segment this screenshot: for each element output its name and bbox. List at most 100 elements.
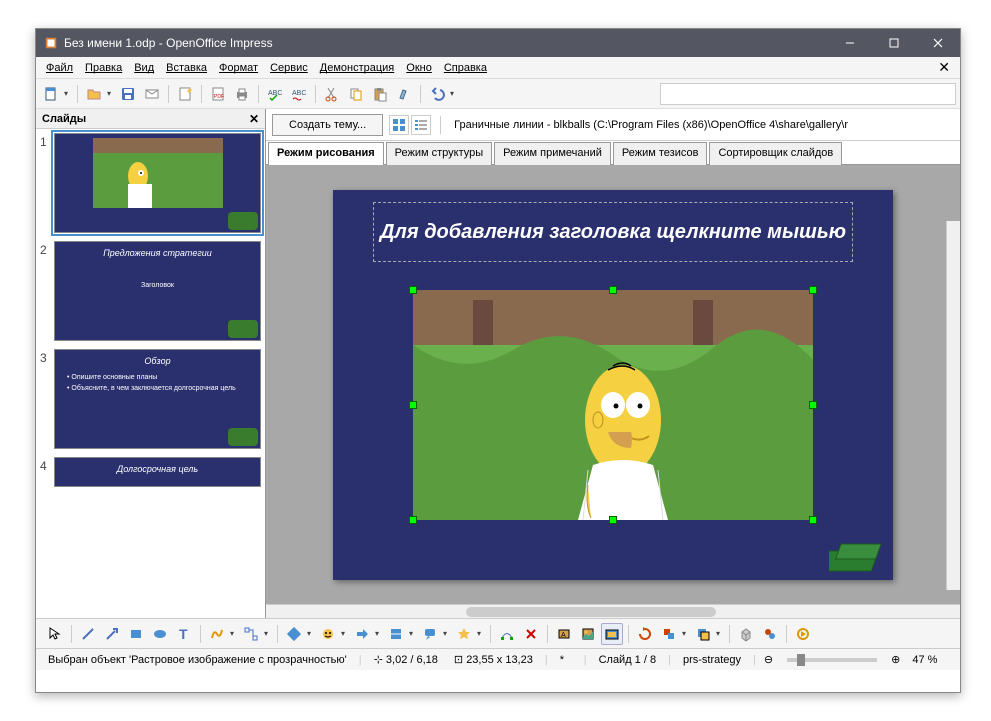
points-tool[interactable] <box>496 623 518 645</box>
dropdown-icon[interactable]: ▾ <box>107 89 115 98</box>
slide-thumb-3[interactable]: 3 Обзор • Опишите основные планы • Объяс… <box>40 349 261 449</box>
tab-thesis[interactable]: Режим тезисов <box>613 142 708 165</box>
menu-file[interactable]: Файл <box>40 60 79 76</box>
resize-handle[interactable] <box>809 286 817 294</box>
star-tool[interactable] <box>453 623 475 645</box>
save-button[interactable] <box>117 83 139 105</box>
resize-handle[interactable] <box>809 401 817 409</box>
menu-window[interactable]: Окно <box>400 60 438 76</box>
gluepoints-tool[interactable] <box>520 623 542 645</box>
symbol-shapes-tool[interactable] <box>317 623 339 645</box>
dropdown-icon[interactable]: ▾ <box>307 629 315 638</box>
slide-thumb-4[interactable]: 4 Долгосрочная цель <box>40 457 261 487</box>
resize-handle[interactable] <box>609 516 617 524</box>
curve-tool[interactable] <box>206 623 228 645</box>
edit-button[interactable] <box>174 83 196 105</box>
format-paintbrush-button[interactable] <box>393 83 415 105</box>
tab-drawing[interactable]: Режим рисования <box>268 142 384 165</box>
menu-service[interactable]: Сервис <box>264 60 314 76</box>
menu-view[interactable]: Вид <box>128 60 160 76</box>
arrange-tool[interactable] <box>692 623 714 645</box>
tab-outline[interactable]: Режим структуры <box>386 142 493 165</box>
slides-panel-title: Слайды <box>42 113 86 125</box>
zoom-slider[interactable] <box>787 658 877 662</box>
autospell-button[interactable]: ABC <box>288 83 310 105</box>
panel-close-icon[interactable]: ✕ <box>249 112 259 126</box>
interaction-tool[interactable] <box>759 623 781 645</box>
align-tool[interactable] <box>658 623 680 645</box>
tab-sorter[interactable]: Сортировщик слайдов <box>709 142 842 165</box>
from-file-tool[interactable] <box>577 623 599 645</box>
copy-button[interactable] <box>345 83 367 105</box>
email-button[interactable] <box>141 83 163 105</box>
rect-tool[interactable] <box>125 623 147 645</box>
dropdown-icon[interactable]: ▾ <box>375 629 383 638</box>
close-button[interactable] <box>916 29 960 57</box>
zoom-out-button[interactable]: ⊖ <box>764 653 773 666</box>
basic-shapes-tool[interactable] <box>283 623 305 645</box>
dropdown-icon[interactable]: ▾ <box>341 629 349 638</box>
text-tool[interactable]: T <box>173 623 195 645</box>
slide-thumb-1[interactable]: 1 <box>40 133 261 233</box>
open-button[interactable] <box>83 83 105 105</box>
new-doc-button[interactable] <box>40 83 62 105</box>
resize-handle[interactable] <box>809 516 817 524</box>
ellipse-tool[interactable] <box>149 623 171 645</box>
dropdown-icon[interactable]: ▾ <box>716 629 724 638</box>
select-tool[interactable] <box>44 623 66 645</box>
resize-handle[interactable] <box>409 286 417 294</box>
horizontal-scrollbar[interactable] <box>266 604 960 618</box>
minimize-button[interactable] <box>828 29 872 57</box>
menu-help[interactable]: Справка <box>438 60 493 76</box>
resize-handle[interactable] <box>609 286 617 294</box>
connector-tool[interactable] <box>240 623 262 645</box>
maximize-button[interactable] <box>872 29 916 57</box>
flowchart-tool[interactable] <box>385 623 407 645</box>
extrusion-tool[interactable] <box>735 623 757 645</box>
resize-handle[interactable] <box>409 516 417 524</box>
svg-text:T: T <box>179 626 188 642</box>
title-placeholder[interactable]: Для добавления заголовка щелкните мышью <box>373 202 853 262</box>
rotate-tool[interactable] <box>634 623 656 645</box>
dropdown-icon[interactable]: ▾ <box>477 629 485 638</box>
paste-button[interactable] <box>369 83 391 105</box>
dropdown-icon[interactable]: ▾ <box>64 89 72 98</box>
dropdown-icon[interactable]: ▾ <box>443 629 451 638</box>
animation-tool[interactable] <box>792 623 814 645</box>
icon-view-button[interactable] <box>389 115 409 135</box>
dropdown-icon[interactable]: ▾ <box>682 629 690 638</box>
document-close-icon[interactable]: ✕ <box>932 59 956 76</box>
callout-tool[interactable] <box>419 623 441 645</box>
svg-text:A: A <box>561 632 566 639</box>
gallery-tool[interactable] <box>601 623 623 645</box>
selected-image[interactable] <box>413 290 813 520</box>
arrow-tool[interactable] <box>101 623 123 645</box>
line-tool[interactable] <box>77 623 99 645</box>
slide-thumb-2[interactable]: 2 Предложения стратегии Заголовок <box>40 241 261 341</box>
menu-demo[interactable]: Демонстрация <box>314 60 401 76</box>
menu-format[interactable]: Формат <box>213 60 264 76</box>
tab-notes[interactable]: Режим примечаний <box>494 142 611 165</box>
list-view-button[interactable] <box>411 115 431 135</box>
vertical-scrollbar[interactable] <box>946 221 960 590</box>
export-pdf-button[interactable]: PDF <box>207 83 229 105</box>
dropdown-icon[interactable]: ▾ <box>264 629 272 638</box>
dropdown-icon[interactable]: ▾ <box>409 629 417 638</box>
dropdown-icon[interactable]: ▾ <box>450 89 458 98</box>
resize-handle[interactable] <box>409 401 417 409</box>
block-arrows-tool[interactable] <box>351 623 373 645</box>
cut-button[interactable] <box>321 83 343 105</box>
canvas-area[interactable]: Для добавления заголовка щелкните мышью <box>266 165 960 604</box>
create-theme-button[interactable]: Создать тему... <box>272 114 383 136</box>
zoom-value[interactable]: 47 % <box>908 654 941 666</box>
status-slide-count: Слайд 1 / 8 <box>595 654 661 666</box>
undo-button[interactable] <box>426 83 448 105</box>
zoom-in-button[interactable]: ⊕ <box>891 653 900 666</box>
spellcheck-button[interactable]: ABC <box>264 83 286 105</box>
fontwork-tool[interactable]: A <box>553 623 575 645</box>
dropdown-icon[interactable]: ▾ <box>230 629 238 638</box>
standard-toolbar: ▾ ▾ PDF ABC ABC ▾ <box>36 79 960 109</box>
print-button[interactable] <box>231 83 253 105</box>
menu-edit[interactable]: Правка <box>79 60 128 76</box>
menu-insert[interactable]: Вставка <box>160 60 213 76</box>
